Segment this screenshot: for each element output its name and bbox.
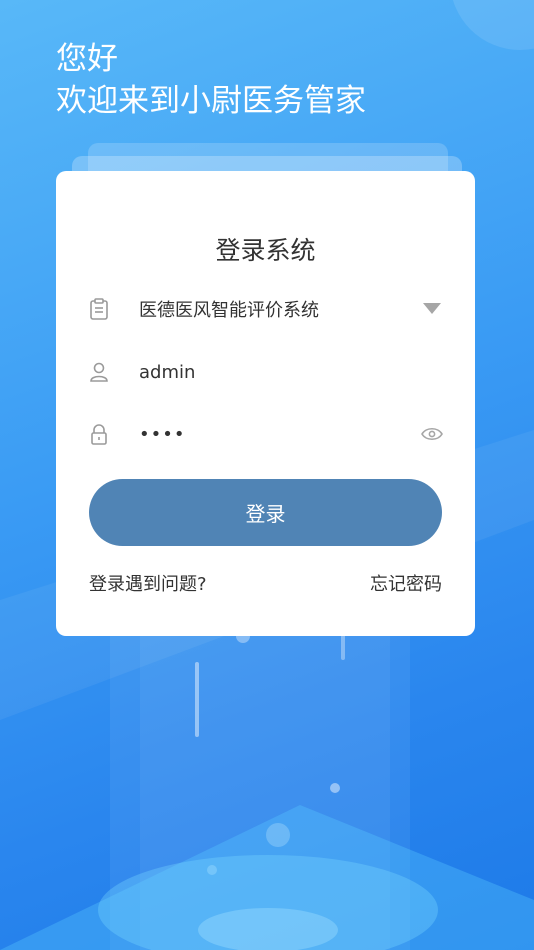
user-icon [88, 361, 110, 383]
dropdown-arrow-icon[interactable] [421, 298, 443, 320]
lock-icon [88, 423, 110, 445]
greeting-welcome: 欢迎来到小尉医务管家 [56, 83, 366, 119]
system-select[interactable]: 医德医风智能评价系统 [88, 289, 443, 329]
username-row [88, 352, 443, 392]
password-row: •••• [88, 414, 443, 454]
greeting-hello: 您好 [56, 41, 118, 77]
clipboard-icon [88, 298, 110, 320]
login-button[interactable]: 登录 [89, 479, 442, 546]
system-select-value: 医德医风智能评价系统 [139, 300, 319, 321]
forgot-password-link[interactable]: 忘记密码 [370, 570, 442, 596]
login-help-link[interactable]: 登录遇到问题? [89, 570, 207, 596]
password-input[interactable]: •••• [139, 424, 421, 445]
login-card: 登录系统 医德医风智能评价系统 admin •••• 登录 登录遇到问题? 忘记… [56, 171, 475, 636]
eye-icon[interactable] [421, 423, 443, 445]
login-title: 登录系统 [215, 236, 316, 265]
greeting: 您好 欢迎来到小尉医务管家 [56, 38, 366, 122]
username-input[interactable] [139, 361, 421, 383]
